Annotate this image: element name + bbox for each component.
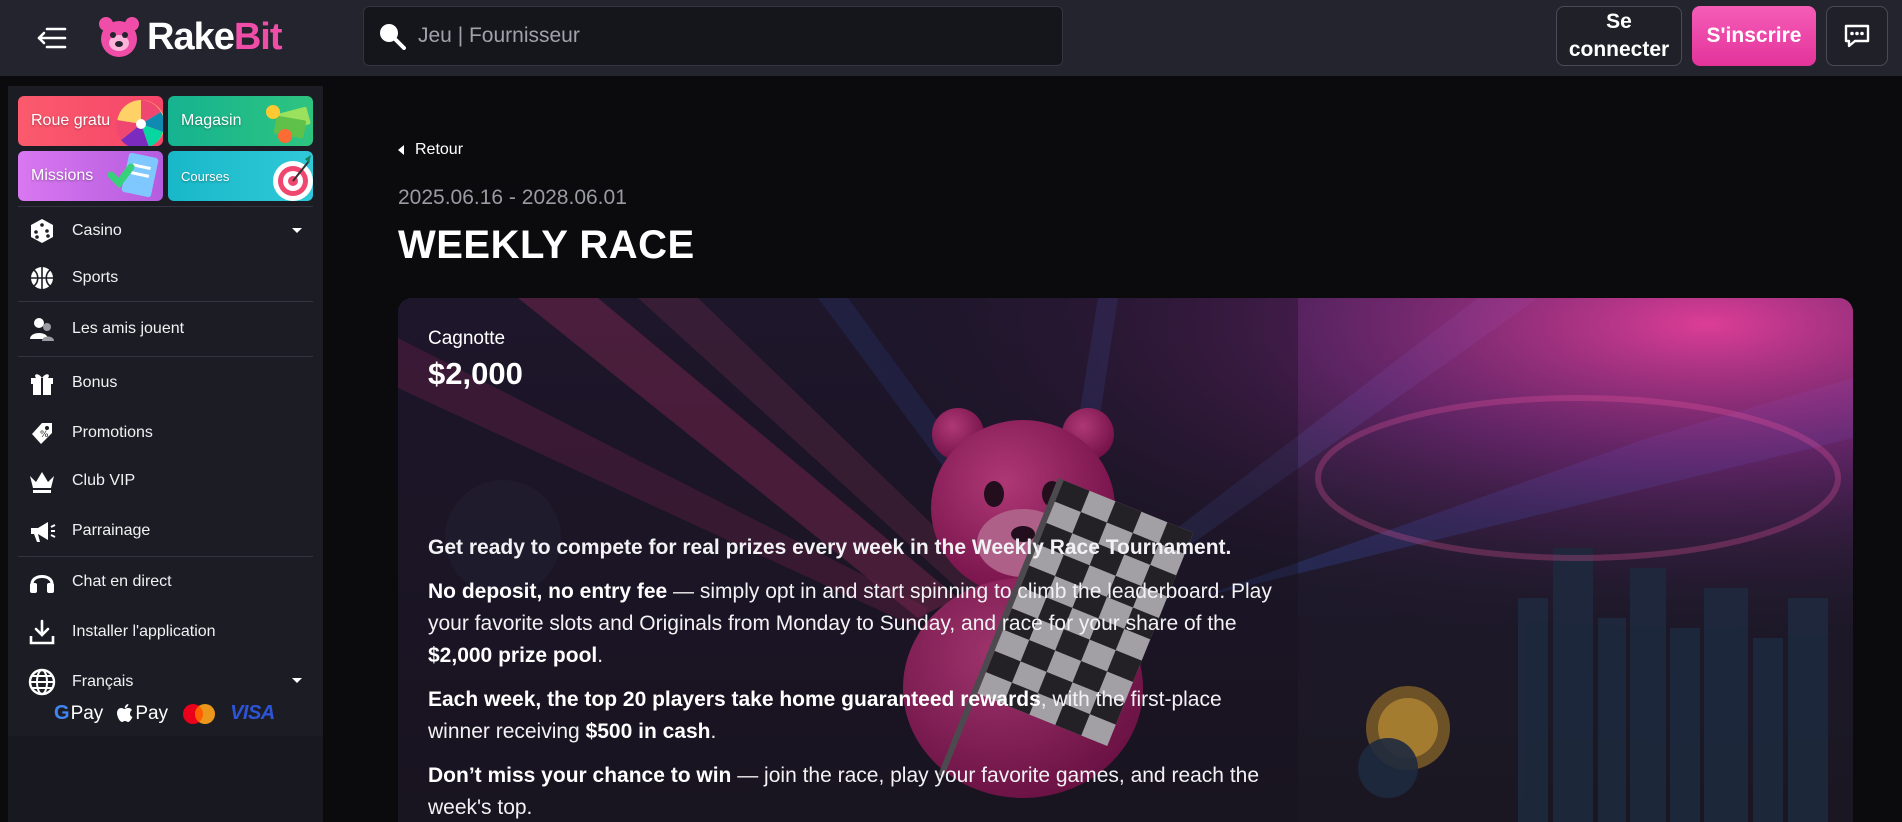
race-dates: 2025.06.16 - 2028.06.01 (398, 186, 627, 209)
sidebar-item-promotions[interactable]: % Promotions (8, 409, 323, 456)
sidebar-item-vip-club[interactable]: Club VIP (8, 456, 323, 506)
back-link[interactable]: Retour (398, 141, 463, 159)
target-icon (273, 155, 313, 201)
search-icon (380, 24, 406, 50)
chat-bubble-icon (1844, 24, 1870, 48)
race-paragraph-1: No deposit, no entry fee — simply opt in… (428, 580, 1272, 667)
megaphone-icon (28, 517, 56, 545)
chevron-down-icon[interactable] (291, 227, 303, 235)
dice-icon (28, 217, 56, 245)
collapse-menu-button[interactable] (34, 20, 70, 56)
sidebar-item-label: Sports (72, 268, 119, 286)
sidebar-item-friends-play[interactable]: Les amis jouent (8, 302, 323, 356)
sidebar-item-label: Chat en direct (72, 573, 172, 590)
apple-pay-logo: Pay (117, 703, 168, 725)
page-title: WEEKLY RACE (398, 223, 695, 267)
crown-icon (28, 467, 56, 495)
tag-icon: % (28, 419, 56, 447)
promo-tiles: Roue gratu Magasin Missions Courses (18, 96, 313, 201)
promo-tile-missions[interactable]: Missions (18, 151, 163, 201)
download-icon (28, 618, 56, 646)
svg-text:%: % (40, 430, 49, 440)
back-label: Retour (415, 141, 464, 158)
login-button[interactable]: Se connecter (1556, 6, 1682, 66)
sidebar-item-label: Parrainage (72, 522, 151, 539)
checklist-icon (107, 152, 159, 198)
caret-left-icon (398, 145, 404, 155)
search-input[interactable] (418, 24, 1038, 48)
promo-tile-label: Courses (181, 168, 230, 184)
gift-icon (28, 369, 56, 397)
promo-tile-shop[interactable]: Magasin (168, 96, 313, 146)
register-button[interactable]: S'inscrire (1692, 6, 1816, 66)
payment-methods: G Pay Pay VISA (54, 702, 275, 725)
sidebar-item-install-app[interactable]: Installer l'application (8, 607, 323, 657)
race-paragraph-3: Don’t miss your chance to win — join the… (428, 764, 1260, 819)
bear-logo-icon (99, 17, 139, 57)
sidebar-item-label: Installer l'application (72, 623, 216, 640)
sidebar-item-casino[interactable]: Casino (8, 207, 323, 254)
google-pay-logo: G Pay (54, 702, 104, 724)
mastercard-logo (183, 703, 216, 724)
sidebar-item-label: Promotions (72, 423, 153, 441)
sidebar-item-label: Club VIP (72, 472, 136, 489)
friends-icon (28, 315, 56, 343)
race-paragraph-2: Each week, the top 20 players take home … (428, 688, 1222, 743)
race-description: Get ready to compete for real prizes eve… (428, 532, 1288, 822)
promo-tile-free-wheel[interactable]: Roue gratu (18, 96, 163, 146)
promo-tile-label: Roue gratu (31, 112, 111, 129)
visa-logo: VISA (230, 702, 275, 724)
sidebar-item-label: Français (72, 673, 134, 690)
search-bar[interactable] (363, 6, 1063, 66)
race-banner: Cagnotte $2,000 Get ready to compete for… (398, 298, 1853, 822)
money-icon (266, 105, 311, 143)
sidebar-item-sports[interactable]: Sports (8, 254, 323, 301)
promo-tile-label: Magasin (181, 112, 242, 129)
apple-icon (117, 704, 133, 722)
support-chat-button[interactable] (1826, 6, 1888, 66)
race-intro: Get ready to compete for real prizes eve… (428, 536, 1232, 559)
sidebar-nav: Casino Sports Les amis jouent Bonus % Pr… (8, 206, 323, 707)
sidebar-item-label: Les amis jouent (72, 320, 185, 337)
jackpot-value: $2,000 (428, 356, 523, 391)
chevron-down-icon[interactable] (291, 677, 303, 685)
headset-icon (28, 568, 56, 596)
top-header: RakeBit Se connecter S'inscrire (0, 0, 1902, 76)
sidebar-item-bonus[interactable]: Bonus (8, 357, 323, 409)
sidebar-item-label: Bonus (72, 374, 118, 391)
basketball-icon (28, 264, 56, 292)
globe-icon (28, 668, 56, 696)
promo-tile-races[interactable]: Courses (168, 151, 313, 201)
rakebit-logo[interactable]: RakeBit (97, 14, 282, 60)
sidebar-item-language[interactable]: Français (8, 657, 323, 707)
payment-methods-area (8, 736, 323, 822)
sidebar-item-referral[interactable]: Parrainage (8, 506, 323, 556)
sidebar-item-label: Casino (72, 221, 122, 239)
collapse-menu-icon (37, 27, 67, 49)
promo-tile-label: Missions (31, 167, 94, 184)
logo-text: RakeBit (147, 15, 282, 58)
jackpot-label: Cagnotte (428, 328, 506, 349)
wheel-icon (116, 100, 163, 146)
sidebar-item-live-chat[interactable]: Chat en direct (8, 557, 323, 607)
